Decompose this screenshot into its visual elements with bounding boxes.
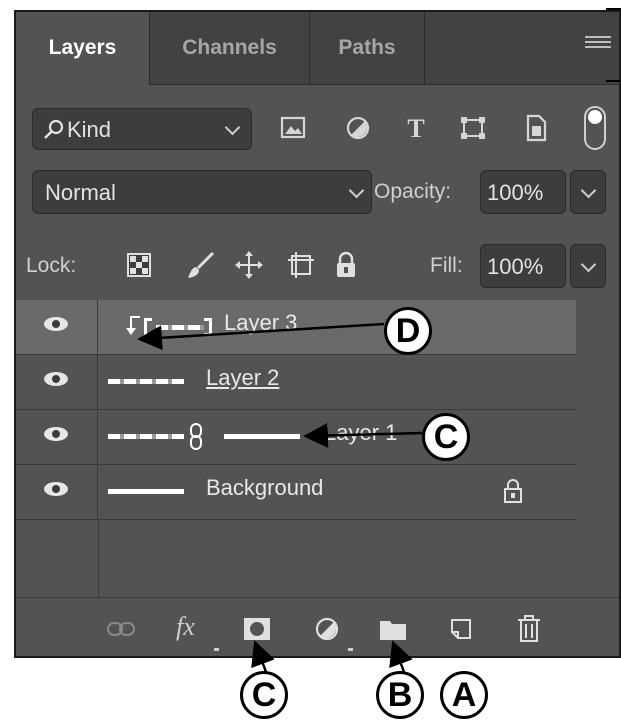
adjustment-layer-filter-icon[interactable] — [346, 116, 370, 140]
callout-c-layer: C — [422, 413, 470, 461]
eye-icon[interactable] — [44, 427, 68, 441]
opacity-label: Opacity: — [374, 180, 452, 203]
tab-layers[interactable]: Layers — [16, 12, 150, 85]
fill-field[interactable]: 100% — [480, 244, 566, 288]
add-layer-mask-icon[interactable] — [242, 616, 272, 642]
layer-row-background[interactable]: Background — [16, 465, 576, 520]
lock-label: Lock: — [26, 254, 77, 277]
tab-paths[interactable]: Paths — [310, 12, 425, 84]
layers-toolbar: fx — [16, 597, 619, 656]
visibility-cell[interactable] — [16, 410, 98, 464]
lock-transparent-pixels-icon[interactable] — [126, 252, 152, 278]
filter-kind-dropdown[interactable]: Kind — [32, 108, 252, 150]
pixel-layer-filter-icon[interactable] — [280, 116, 306, 140]
fx-menu-indicator — [214, 648, 219, 651]
layer-name[interactable]: Layer 1 — [324, 420, 397, 446]
fill-label: Fill: — [430, 254, 463, 277]
edge-line — [606, 8, 621, 10]
tab-channels[interactable]: Channels — [150, 12, 310, 84]
adjustment-menu-indicator — [348, 648, 353, 651]
layer-name[interactable]: Layer 3 — [224, 310, 297, 336]
clipping-mask-arrow-icon — [126, 316, 140, 335]
svg-text:T: T — [407, 115, 424, 141]
column-divider — [98, 520, 99, 597]
edge-line — [606, 80, 621, 82]
blend-mode-dropdown[interactable]: Normal — [32, 170, 372, 214]
search-icon — [44, 119, 64, 139]
callout-c-mask: C — [240, 671, 288, 719]
visibility-cell[interactable] — [16, 465, 98, 519]
visibility-cell[interactable] — [16, 355, 98, 409]
new-group-folder-icon[interactable] — [378, 616, 408, 642]
eye-icon[interactable] — [44, 317, 68, 331]
filter-toggle-switch[interactable] — [584, 106, 606, 150]
chevron-down-icon — [580, 182, 597, 199]
filter-kind-label: Kind — [67, 117, 112, 142]
thumbnail-bracket-right — [204, 318, 212, 336]
opacity-value: 100% — [487, 180, 544, 205]
lock-all-icon[interactable] — [334, 250, 358, 280]
lock-image-pixels-brush-icon[interactable] — [186, 250, 216, 280]
link-layers-icon[interactable] — [106, 620, 136, 638]
eye-icon[interactable] — [44, 372, 68, 386]
layer-mask-thumbnail — [224, 434, 300, 439]
layers-panel: Layers Channels Paths Kind T Normal Opac… — [14, 10, 621, 658]
new-layer-icon[interactable] — [448, 616, 474, 642]
chevron-down-icon — [224, 119, 241, 136]
layer-style-fx-button[interactable]: fx — [176, 612, 195, 642]
fill-slider-button[interactable] — [570, 244, 606, 288]
layer-name[interactable]: Background — [206, 475, 323, 501]
new-adjustment-layer-icon[interactable] — [314, 616, 340, 642]
layer-thumbnail — [108, 379, 184, 384]
layer-row-layer-1[interactable]: Layer 1 — [16, 410, 576, 465]
shape-layer-filter-icon[interactable] — [460, 116, 486, 140]
callout-a: A — [440, 671, 488, 719]
opacity-field[interactable]: 100% — [480, 170, 566, 214]
layer-thumbnail — [156, 325, 204, 330]
delete-layer-trash-icon[interactable] — [516, 614, 542, 644]
opacity-slider-button[interactable] — [570, 170, 606, 214]
layer-row-layer-3[interactable]: Layer 3 — [16, 300, 576, 355]
visibility-cell[interactable] — [16, 300, 98, 354]
callout-d: D — [384, 307, 432, 355]
layer-name[interactable]: Layer 2 — [206, 365, 279, 391]
callout-b: B — [376, 671, 424, 719]
link-chain-icon[interactable] — [188, 422, 204, 452]
lock-artboard-icon[interactable] — [286, 250, 316, 280]
blend-mode-label: Normal — [45, 180, 116, 205]
chevron-down-icon — [580, 256, 597, 273]
fill-value: 100% — [487, 254, 544, 279]
chevron-down-icon — [348, 182, 365, 199]
layer-row-layer-2[interactable]: Layer 2 — [16, 355, 576, 410]
lock-icon — [504, 479, 522, 503]
eye-icon[interactable] — [44, 482, 68, 496]
panel-menu-icon[interactable] — [585, 36, 611, 56]
type-layer-filter-icon[interactable]: T — [402, 115, 430, 141]
tab-bar: Layers Channels Paths — [16, 12, 619, 85]
lock-position-move-icon[interactable] — [234, 250, 264, 280]
layer-thumbnail — [108, 489, 184, 494]
thumbnail-bracket-left — [144, 318, 152, 336]
layer-thumbnail — [108, 434, 184, 439]
smart-object-filter-icon[interactable] — [524, 114, 548, 142]
